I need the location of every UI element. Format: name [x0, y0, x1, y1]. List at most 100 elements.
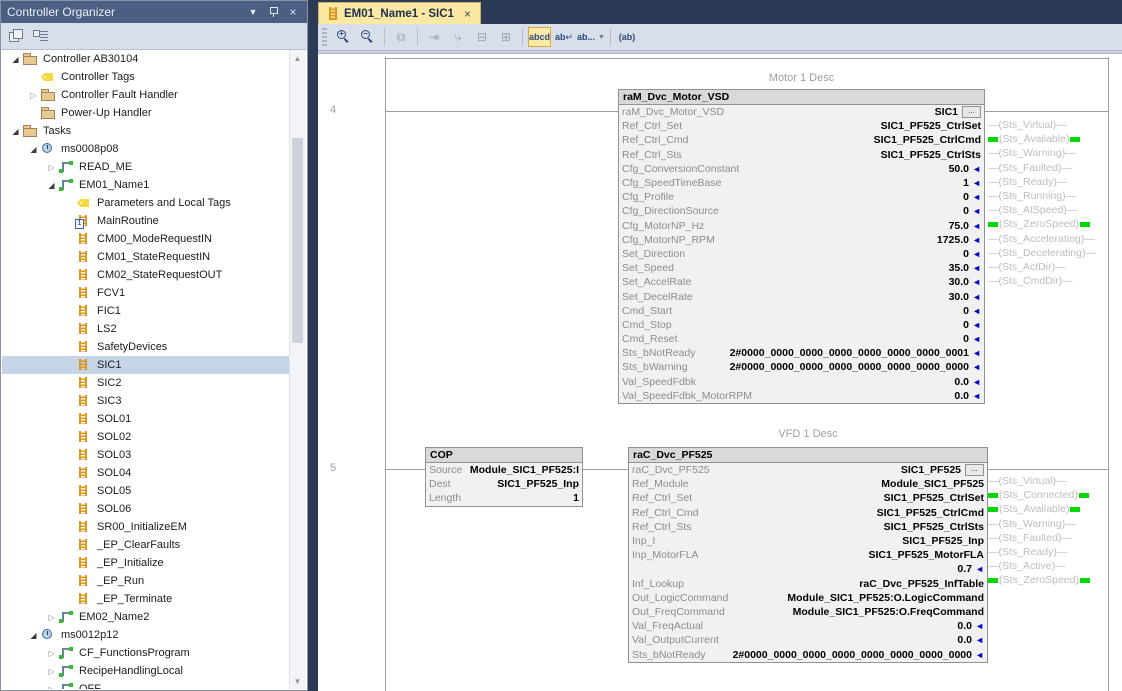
status-coil[interactable]: —(Sts_Ready)—	[988, 175, 1108, 189]
status-coil[interactable]: —(Sts_Running)—	[988, 189, 1108, 203]
status-coil[interactable]: —(Sts_Warning)—	[988, 517, 1108, 531]
instruction-block-cop[interactable]: COP Source Module_SIC1_PF525:I Dest SIC1…	[425, 447, 583, 507]
parameter-value[interactable]: 0.0	[752, 390, 969, 402]
parameter-value[interactable]: 35.0	[674, 262, 969, 274]
tree-expander-icon[interactable]	[44, 161, 59, 173]
tree-item[interactable]: EM02_Name2	[2, 608, 292, 626]
tree-item[interactable]: SIC2	[2, 374, 292, 392]
status-coil[interactable]: —(Sts_Faulted)—	[988, 161, 1108, 175]
parameter-value[interactable]: 50.0	[739, 163, 969, 175]
tree-item[interactable]: CM02_StateRequestOUT	[2, 266, 292, 284]
tree-expander-icon[interactable]	[44, 611, 59, 623]
tree-expander-icon[interactable]	[26, 89, 41, 101]
word-wrap-button[interactable]: ab↵	[553, 27, 575, 47]
scroll-down-icon[interactable]: ▼	[290, 673, 305, 689]
tree-item[interactable]: RecipeHandlingLocal	[2, 662, 292, 680]
zoom-out-button[interactable]: −	[357, 27, 379, 47]
tree-item[interactable]: SOL02	[2, 428, 292, 446]
truncate-names-button[interactable]: ab...▼	[577, 27, 605, 47]
tree-item[interactable]: Parameters and Local Tags	[2, 194, 292, 212]
status-coil[interactable]: —(Sts_Active)—	[988, 559, 1108, 573]
parameter-value[interactable]: 0	[677, 333, 969, 345]
tree-item[interactable]: MainRoutine	[2, 212, 292, 230]
status-coil[interactable]: —(Sts_Ready)—	[988, 545, 1108, 559]
scroll-thumb[interactable]	[292, 138, 303, 343]
panel-splitter[interactable]	[308, 0, 318, 691]
parameter-value[interactable]: 2#0000_0000_0000_0000_0000_0000_0000_000…	[688, 361, 969, 373]
parameter-value[interactable]: Module_SIC1_PF525:O.LogicCommand	[728, 592, 984, 604]
parameter-value[interactable]: 1725.0	[715, 234, 969, 246]
tree-item[interactable]: OFF	[2, 680, 292, 689]
status-coil[interactable]: —(Sts_Warning)—	[988, 146, 1108, 160]
rung-number[interactable]: 5	[330, 462, 336, 474]
parameter-value[interactable]: 0	[674, 191, 969, 203]
browse-button[interactable]: ...	[962, 106, 981, 118]
parameter-value[interactable]: Module_SIC1_PF525:O.FreqCommand	[725, 606, 984, 618]
tree-item[interactable]: CF_FunctionsProgram	[2, 644, 292, 662]
tree-item[interactable]: Controller Fault Handler	[2, 86, 292, 104]
tree-expander-icon[interactable]	[26, 143, 41, 155]
parameter-value[interactable]: SIC1_PF525_Inp	[451, 478, 579, 490]
parameter-value[interactable]: 0	[719, 205, 969, 217]
parameter-value[interactable]: SIC1_PF525_CtrlSts	[682, 149, 981, 161]
parameter-value[interactable]: SIC1_PF525_Inp	[655, 535, 984, 547]
tree-item[interactable]: Controller AB30104	[2, 50, 292, 68]
tree-item[interactable]: SR00_InitializeEM	[2, 518, 292, 536]
status-coil[interactable]: —(Sts_Available)—	[988, 132, 1108, 146]
tree-expander-icon[interactable]	[8, 125, 23, 137]
parameter-value[interactable]: Module_SIC1_PF525:I	[462, 464, 579, 476]
show-descriptions-button[interactable]: abcd	[528, 27, 551, 47]
tree-expander-icon[interactable]	[44, 647, 59, 659]
parameter-value[interactable]: 75.0	[704, 220, 969, 232]
expand-tree-icon[interactable]	[33, 29, 49, 43]
tree-item[interactable]: Tasks	[2, 122, 292, 140]
pin-icon[interactable]	[265, 4, 281, 20]
tree-item[interactable]: _EP_Initialize	[2, 554, 292, 572]
tree-item[interactable]: SIC3	[2, 392, 292, 410]
parameter-value[interactable]: SIC1_PF525_CtrlSet	[692, 492, 984, 504]
tree-expander-icon[interactable]	[44, 683, 59, 689]
parameter-value[interactable]: SIC1_PF525_CtrlSet	[682, 120, 981, 132]
tab-em01-name1-sic1[interactable]: EM01_Name1 - SIC1 ×	[318, 2, 481, 24]
tree-expander-icon[interactable]	[26, 629, 41, 641]
tree-item[interactable]: FCV1	[2, 284, 292, 302]
status-coil[interactable]: —(Sts_Faulted)—	[988, 531, 1108, 545]
tree-item[interactable]: SOL01	[2, 410, 292, 428]
instruction-block-ram-dvc-motor-vsd[interactable]: raM_Dvc_Motor_VSD raM_Dvc_Motor_VSD SIC1…	[618, 89, 985, 404]
tab-close-icon[interactable]: ×	[464, 7, 471, 21]
status-coil[interactable]: —(Sts_Virtual)—	[988, 474, 1108, 488]
parameter-value[interactable]: 0.0	[696, 376, 969, 388]
browse-button[interactable]: ...	[965, 464, 984, 476]
tree-item[interactable]: CM00_ModeRequestIN	[2, 230, 292, 248]
parameter-value[interactable]: 1	[721, 177, 969, 189]
tree-item[interactable]: SOL03	[2, 446, 292, 464]
status-coil[interactable]: —(Sts_Available)—	[988, 502, 1108, 516]
status-coil[interactable]: —(Sts_AtSpeed)—	[988, 203, 1108, 217]
parameter-value[interactable]: raC_Dvc_PF525_InfTable	[684, 578, 984, 590]
tree-expander-icon[interactable]	[44, 179, 59, 191]
panel-close-icon[interactable]: ×	[285, 4, 301, 20]
fit-to-window-button[interactable]: ⧉	[390, 27, 412, 47]
status-coil[interactable]: —(Sts_CmdDir)—	[988, 274, 1108, 288]
tree-item[interactable]: SOL06	[2, 500, 292, 518]
edit-rung-button[interactable]: ⊞	[495, 27, 517, 47]
tree-item[interactable]: _EP_ClearFaults	[2, 536, 292, 554]
tree-item[interactable]: READ_ME	[2, 158, 292, 176]
instruction-block-rac-dvc-pf525[interactable]: raC_Dvc_PF525 raC_Dvc_PF525 SIC1_PF525 .…	[628, 447, 988, 663]
tree-expander-icon[interactable]	[8, 53, 23, 65]
parameter-value[interactable]: Module_SIC1_PF525	[689, 478, 984, 490]
rung-number[interactable]: 4	[330, 104, 336, 116]
status-coil[interactable]: —(Sts_Accelerating)—	[988, 232, 1108, 246]
tree-item[interactable]: CM01_StateRequestIN	[2, 248, 292, 266]
tree-item[interactable]: ms0012p12	[2, 626, 292, 644]
show-tag-brackets-button[interactable]: (ab)	[616, 27, 638, 47]
scroll-up-icon[interactable]: ▲	[290, 50, 305, 66]
branch-button[interactable]: ⤷	[447, 27, 469, 47]
parameter-value[interactable]: 2#0000_0000_0000_0000_0000_0000_0000_000…	[706, 649, 972, 661]
status-coil[interactable]: —(Sts_Decelerating)—	[988, 246, 1108, 260]
parameter-value[interactable]: 0	[672, 305, 969, 317]
property-pages-icon[interactable]	[9, 29, 25, 43]
parameter-value[interactable]: 0.0	[719, 634, 972, 646]
tree-item[interactable]: Power-Up Handler	[2, 104, 292, 122]
tree-item[interactable]: SOL05	[2, 482, 292, 500]
